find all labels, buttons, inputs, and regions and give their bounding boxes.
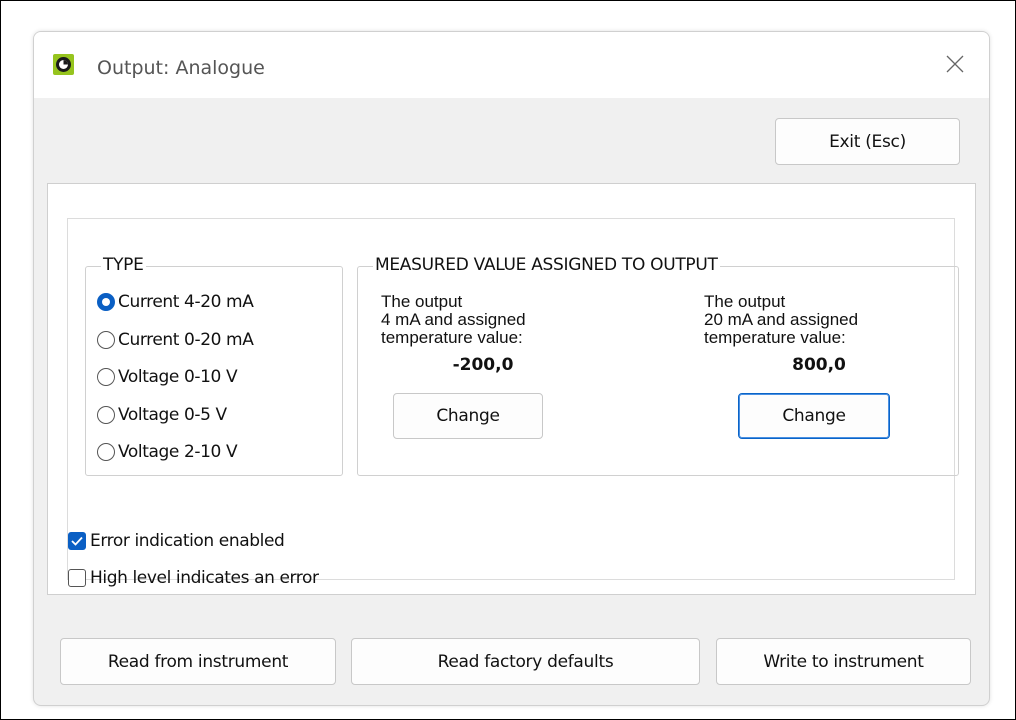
type-group-legend: TYPE [101,255,146,275]
checkbox [68,569,86,587]
radio-button-checked [97,293,115,311]
radio-label: Current 0-20 mA [118,330,254,350]
radio-current-4-20[interactable]: Current 4-20 mA [97,290,254,314]
checkmark-icon [71,536,83,546]
radio-current-0-20[interactable]: Current 0-20 mA [97,328,254,352]
window-title: Output: Analogue [97,57,265,79]
low-output-line3: temperature value: [381,328,523,347]
radio-voltage-2-10[interactable]: Voltage 2-10 V [97,440,238,464]
change-low-button[interactable]: Change [393,393,543,439]
low-output-line2: 4 mA and assigned [381,310,526,329]
high-output-line3: temperature value: [704,328,846,347]
radio-label: Voltage 0-10 V [118,367,238,387]
app-logo-icon [53,54,74,75]
low-temperature-value: -200,0 [452,355,514,375]
exit-button[interactable]: Exit (Esc) [775,118,960,165]
measured-group-legend: MEASURED VALUE ASSIGNED TO OUTPUT [373,255,720,275]
radio-label: Voltage 0-5 V [118,405,227,425]
settings-panel: TYPE Current 4-20 mA Current 0-20 mA Vol… [47,183,976,595]
error-indication-checkbox[interactable]: Error indication enabled [68,529,285,553]
radio-label: Current 4-20 mA [118,292,254,312]
radio-voltage-0-10[interactable]: Voltage 0-10 V [97,365,238,389]
type-groupbox: TYPE Current 4-20 mA Current 0-20 mA Vol… [85,255,343,476]
write-to-instrument-button[interactable]: Write to instrument [716,638,971,685]
high-output-line2: 20 mA and assigned [704,310,859,329]
title-bar: Output: Analogue [34,32,989,98]
high-level-error-checkbox[interactable]: High level indicates an error [68,566,319,590]
dialog-window: Output: Analogue Exit (Esc) TYPE Current… [33,31,990,706]
low-output-line1: The output [381,292,463,311]
checkbox-label: High level indicates an error [90,568,319,588]
close-icon [946,55,964,73]
radio-button [97,406,115,424]
radio-button [97,443,115,461]
read-factory-defaults-button[interactable]: Read factory defaults [351,638,700,685]
high-temperature-value: 800,0 [792,355,846,375]
checkbox-label: Error indication enabled [90,531,285,551]
read-from-instrument-button[interactable]: Read from instrument [60,638,336,685]
high-output-line1: The output [704,292,786,311]
radio-button [97,331,115,349]
radio-label: Voltage 2-10 V [118,442,238,462]
close-button[interactable] [937,46,973,82]
checkbox-checked [68,532,86,550]
measured-value-groupbox: MEASURED VALUE ASSIGNED TO OUTPUT The ou… [357,255,959,476]
change-high-button[interactable]: Change [738,393,890,439]
settings-inner-panel: TYPE Current 4-20 mA Current 0-20 mA Vol… [67,218,959,580]
radio-voltage-0-5[interactable]: Voltage 0-5 V [97,403,227,427]
radio-button [97,368,115,386]
